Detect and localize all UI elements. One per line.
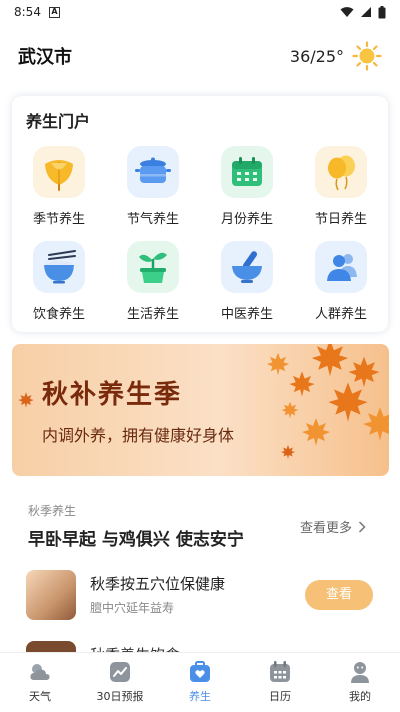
health-bag-icon bbox=[188, 660, 212, 684]
cooking-pot-icon bbox=[127, 146, 179, 198]
status-bar: 8:54 A bbox=[0, 0, 400, 24]
calendar-icon bbox=[268, 660, 292, 684]
section-headline: 早卧早起 与鸡俱兴 使志安宁 bbox=[28, 530, 244, 550]
ginkgo-leaf-icon bbox=[33, 146, 85, 198]
calendar-icon bbox=[221, 146, 273, 198]
portal-item-life[interactable]: 生活养生 bbox=[106, 241, 200, 336]
sprout-icon bbox=[127, 241, 179, 293]
sun-icon bbox=[352, 41, 382, 71]
tab-health[interactable]: 养生 bbox=[160, 653, 240, 712]
notification-a-icon: A bbox=[48, 6, 60, 18]
signal-icon bbox=[361, 7, 371, 17]
status-right bbox=[340, 5, 386, 19]
article-row[interactable]: 秋季按五穴位保健康 膻中穴延年益寿 查看 bbox=[26, 570, 376, 622]
portal-title: 养生门户 bbox=[26, 112, 91, 131]
portal-item-label: 人群养生 bbox=[314, 307, 367, 322]
bottom-tab-bar: 天气 30日预报 养生 日历 我的 bbox=[0, 652, 400, 712]
portal-item-label: 生活养生 bbox=[126, 307, 179, 322]
banner-title: 秋补养生季 bbox=[42, 380, 183, 410]
portal-item-label: 节日养生 bbox=[314, 212, 367, 227]
portal-item-crowd[interactable]: 人群养生 bbox=[294, 241, 388, 336]
article-thumbnail bbox=[26, 570, 76, 620]
portal-item-label: 中医养生 bbox=[220, 307, 273, 322]
wifi-icon bbox=[340, 7, 354, 17]
portal-item-label: 节气养生 bbox=[126, 212, 179, 227]
trend-chart-icon bbox=[108, 660, 132, 684]
portal-item-diet[interactable]: 饮食养生 bbox=[12, 241, 106, 336]
weather-summary[interactable]: 36/25° bbox=[290, 41, 382, 71]
portal-grid: 季节养生 节气养生 月份养生 节日养生 饮食养生 生活养生 中医养生 人群养生 bbox=[12, 146, 388, 336]
temperature-range: 36/25° bbox=[289, 46, 344, 66]
tab-label: 我的 bbox=[349, 690, 371, 703]
people-icon bbox=[315, 241, 367, 293]
cloud-sun-icon bbox=[28, 660, 52, 684]
portal-item-label: 月份养生 bbox=[220, 212, 273, 227]
health-portal-card: 养生门户 季节养生 节气养生 月份养生 节日养生 饮食养生 生活养生 中医养生 … bbox=[12, 96, 388, 332]
chevron-right-icon bbox=[358, 520, 366, 533]
person-icon bbox=[348, 660, 372, 684]
rice-bowl-icon bbox=[33, 241, 85, 293]
portal-item-solar-term[interactable]: 节气养生 bbox=[106, 146, 200, 241]
header: 武汉市 36/25° bbox=[0, 36, 400, 76]
view-more-label: 查看更多 bbox=[300, 521, 353, 536]
tab-calendar[interactable]: 日历 bbox=[240, 653, 320, 712]
section-tag: 秋季养生 bbox=[28, 504, 77, 518]
view-article-button[interactable]: 查看 bbox=[305, 580, 373, 610]
tab-label: 30日预报 bbox=[96, 690, 144, 703]
tab-label: 天气 bbox=[29, 690, 51, 703]
status-time: 8:54 bbox=[14, 5, 41, 19]
portal-item-season[interactable]: 季节养生 bbox=[12, 146, 106, 241]
mortar-pestle-icon bbox=[221, 241, 273, 293]
tab-weather[interactable]: 天气 bbox=[0, 653, 80, 712]
tab-label: 养生 bbox=[189, 690, 211, 703]
battery-icon bbox=[378, 5, 386, 18]
article-title: 秋季按五穴位保健康 bbox=[90, 575, 226, 593]
tab-30-day-forecast[interactable]: 30日预报 bbox=[80, 653, 160, 712]
tab-label: 日历 bbox=[269, 690, 291, 703]
balloon-icon bbox=[315, 146, 367, 198]
portal-item-label: 季节养生 bbox=[32, 212, 85, 227]
status-left: 8:54 A bbox=[14, 5, 60, 19]
portal-item-month[interactable]: 月份养生 bbox=[200, 146, 294, 241]
autumn-banner[interactable]: 秋补养生季 内调外养，拥有健康好身体 bbox=[12, 344, 389, 476]
portal-item-tcm[interactable]: 中医养生 bbox=[200, 241, 294, 336]
portal-item-label: 饮食养生 bbox=[32, 307, 85, 322]
article-subtitle: 膻中穴延年益寿 bbox=[90, 601, 175, 615]
banner-subtitle: 内调外养，拥有健康好身体 bbox=[42, 426, 235, 445]
portal-item-festival[interactable]: 节日养生 bbox=[294, 146, 388, 241]
view-more-link[interactable]: 查看更多 bbox=[300, 517, 366, 536]
tab-mine[interactable]: 我的 bbox=[320, 653, 400, 712]
city-name[interactable]: 武汉市 bbox=[18, 43, 72, 69]
